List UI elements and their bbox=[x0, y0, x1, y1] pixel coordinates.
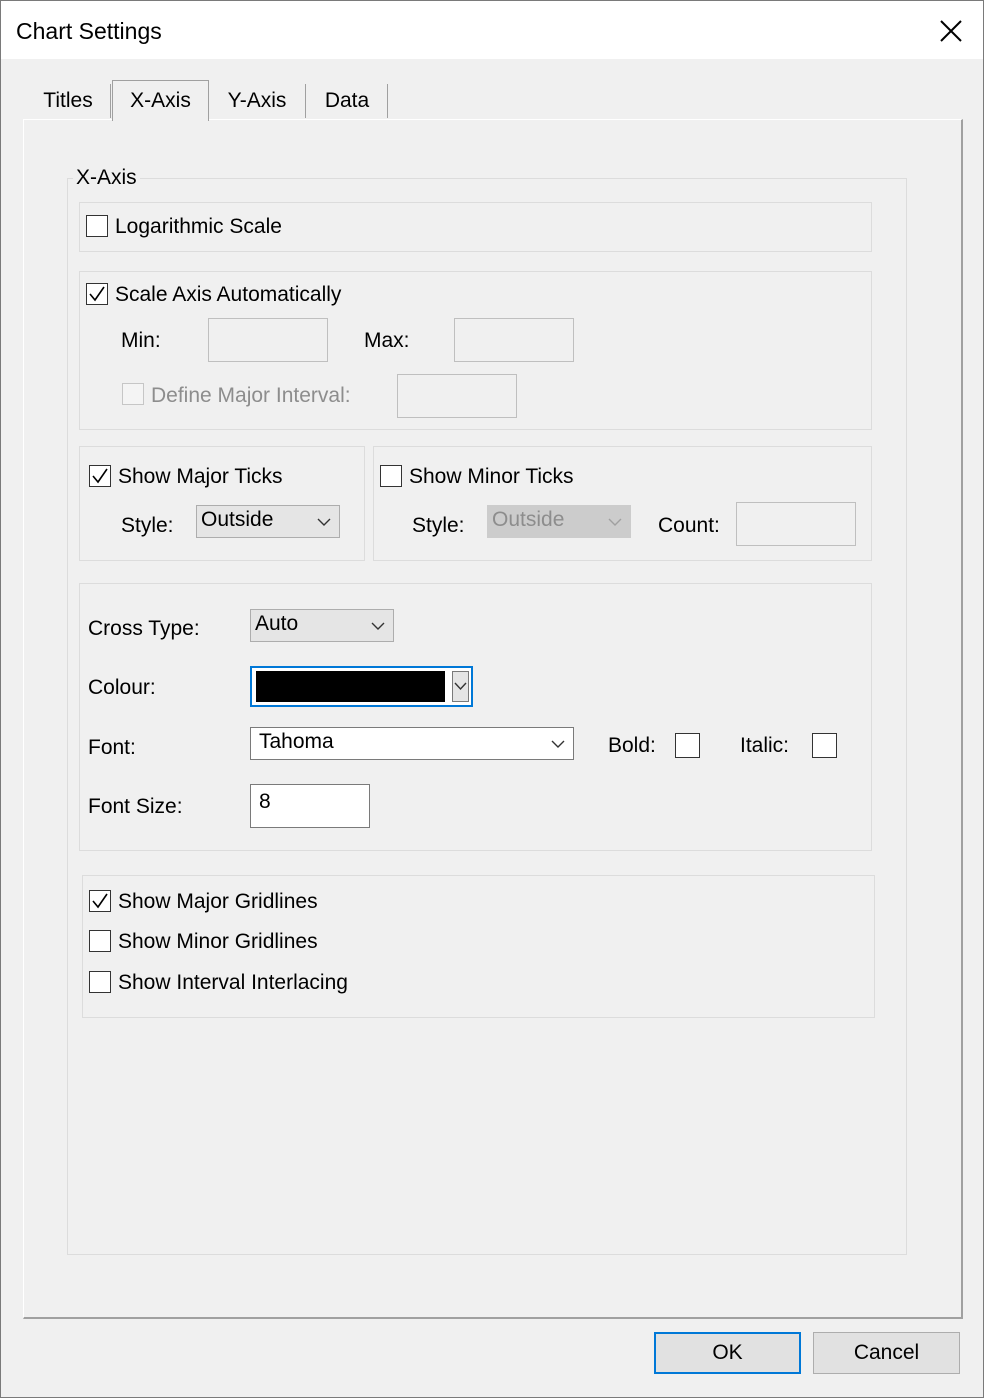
font-size-label: Font Size: bbox=[88, 795, 183, 818]
chevron-down-icon bbox=[608, 518, 622, 526]
minor-ticks-checkbox[interactable] bbox=[380, 465, 402, 487]
minor-style-select[interactable]: Outside bbox=[487, 505, 631, 538]
cross-type-select[interactable]: Auto bbox=[250, 609, 394, 642]
tab-label: X-Axis bbox=[130, 89, 191, 112]
font-value: Tahoma bbox=[259, 730, 334, 753]
major-interval-checkbox[interactable] bbox=[122, 383, 144, 405]
font-size-value: 8 bbox=[259, 790, 271, 813]
major-gridlines-checkbox[interactable] bbox=[89, 890, 111, 912]
major-style-label: Style: bbox=[121, 514, 174, 537]
major-style-select[interactable]: Outside bbox=[196, 505, 340, 538]
ok-label: OK bbox=[712, 1341, 743, 1364]
tab-data[interactable]: Data bbox=[308, 82, 386, 119]
scale-auto-label: Scale Axis Automatically bbox=[115, 283, 342, 306]
close-button[interactable] bbox=[923, 9, 979, 53]
minor-ticks-label: Show Minor Ticks bbox=[409, 465, 574, 488]
tab-y-axis[interactable]: Y-Axis bbox=[212, 82, 302, 119]
max-label: Max: bbox=[364, 329, 410, 352]
check-icon bbox=[89, 286, 105, 302]
interlacing-checkbox[interactable] bbox=[89, 971, 111, 993]
minor-gridlines-label: Show Minor Gridlines bbox=[118, 930, 318, 953]
tab-separator bbox=[110, 84, 111, 118]
max-input[interactable] bbox=[454, 318, 574, 362]
min-input[interactable] bbox=[208, 318, 328, 362]
logarithmic-checkbox[interactable] bbox=[86, 215, 108, 237]
major-gridlines-label: Show Major Gridlines bbox=[118, 890, 318, 913]
tab-separator bbox=[305, 84, 306, 118]
ok-button[interactable]: OK bbox=[654, 1332, 801, 1374]
tab-label: Data bbox=[324, 88, 370, 112]
cancel-label: Cancel bbox=[853, 1341, 920, 1364]
close-icon bbox=[940, 20, 962, 42]
cancel-button[interactable]: Cancel bbox=[813, 1332, 960, 1374]
major-ticks-checkbox[interactable] bbox=[89, 465, 111, 487]
tab-label: Y-Axis bbox=[227, 88, 287, 112]
colour-picker[interactable] bbox=[250, 666, 473, 707]
font-size-input[interactable]: 8 bbox=[250, 784, 370, 828]
major-interval-input[interactable] bbox=[397, 374, 517, 418]
major-style-value: Outside bbox=[201, 508, 274, 531]
count-input[interactable] bbox=[736, 502, 856, 546]
min-label: Min: bbox=[121, 329, 161, 352]
count-label: Count: bbox=[658, 514, 720, 537]
minor-style-value: Outside bbox=[492, 508, 565, 531]
tab-label: Titles bbox=[43, 88, 93, 112]
minor-style-label: Style: bbox=[412, 514, 465, 537]
groupbox-legend: X-Axis bbox=[73, 166, 140, 190]
minor-gridlines-checkbox[interactable] bbox=[89, 930, 111, 952]
colour-swatch bbox=[256, 671, 445, 702]
font-label: Font: bbox=[88, 736, 136, 759]
chevron-down-icon bbox=[551, 740, 565, 748]
logarithmic-label: Logarithmic Scale bbox=[115, 215, 282, 238]
scale-auto-checkbox[interactable] bbox=[86, 283, 108, 305]
cross-type-label: Cross Type: bbox=[88, 617, 200, 640]
major-ticks-label: Show Major Ticks bbox=[118, 465, 283, 488]
font-select[interactable]: Tahoma bbox=[250, 727, 574, 760]
cross-type-value: Auto bbox=[255, 612, 299, 635]
window-title: Chart Settings bbox=[16, 18, 162, 44]
chevron-down-icon bbox=[371, 622, 385, 630]
italic-checkbox[interactable] bbox=[812, 733, 837, 758]
check-icon bbox=[92, 893, 108, 909]
bold-label: Bold: bbox=[608, 734, 656, 757]
check-icon bbox=[92, 468, 108, 484]
colour-dropdown-button[interactable] bbox=[452, 671, 469, 702]
colour-label: Colour: bbox=[88, 676, 156, 699]
major-interval-label: Define Major Interval: bbox=[151, 384, 351, 407]
title-bar: Chart Settings bbox=[1, 1, 983, 59]
tab-titles[interactable]: Titles bbox=[30, 82, 106, 119]
chevron-down-icon bbox=[454, 682, 467, 691]
interlacing-label: Show Interval Interlacing bbox=[118, 971, 348, 994]
tab-x-axis[interactable]: X-Axis bbox=[112, 80, 209, 121]
bold-checkbox[interactable] bbox=[675, 733, 700, 758]
major-ticks-panel bbox=[79, 446, 365, 561]
chevron-down-icon bbox=[317, 518, 331, 526]
italic-label: Italic: bbox=[740, 734, 790, 757]
tab-separator bbox=[387, 84, 388, 118]
